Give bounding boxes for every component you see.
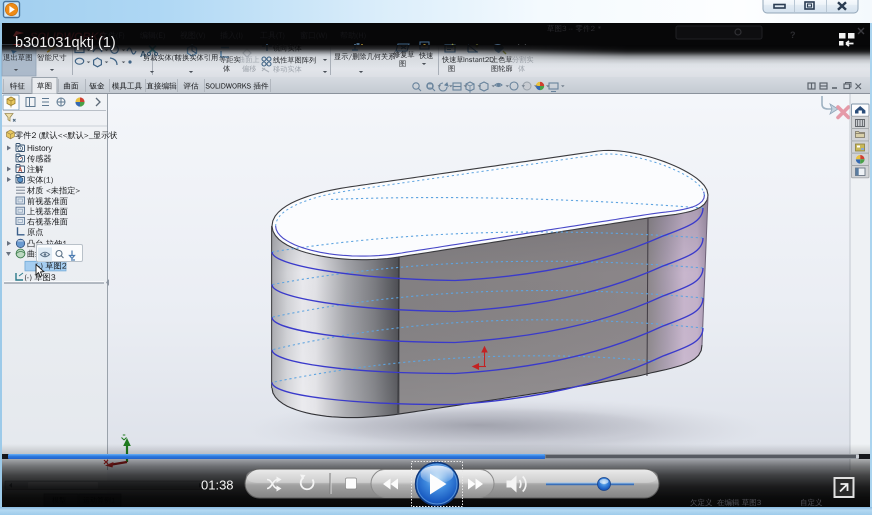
svg-text:01:38: 01:38 (201, 478, 234, 493)
svg-text:b301031qktj (1): b301031qktj (1) (15, 35, 116, 51)
svg-text:History: History (27, 144, 53, 153)
svg-text:?: ? (790, 30, 796, 40)
